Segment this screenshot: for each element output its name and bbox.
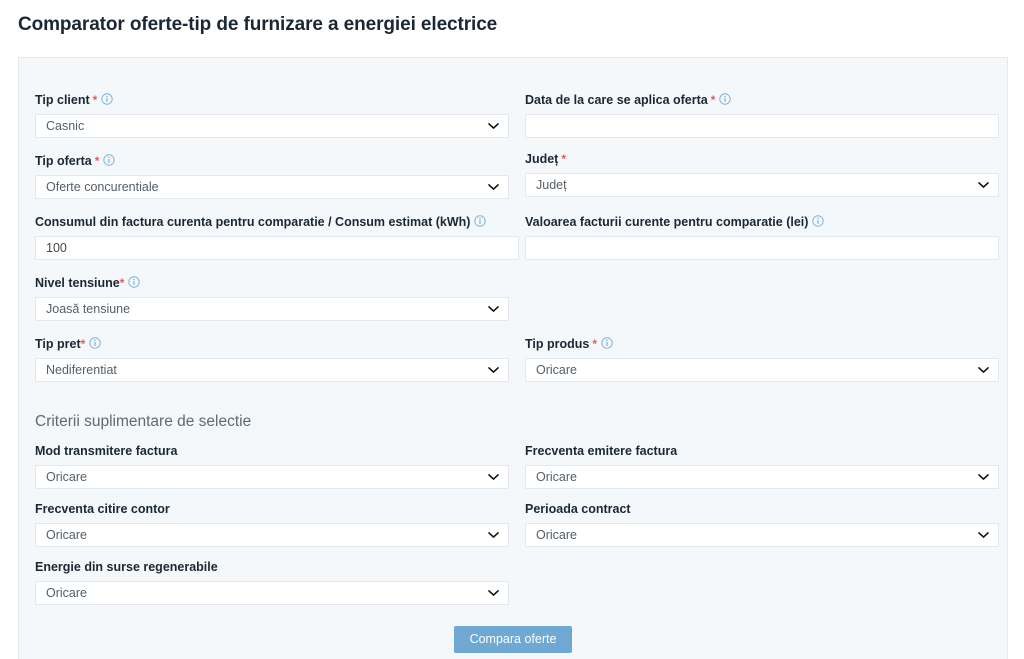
field-consum: Consumul din factura curenta pentru comp… <box>35 214 519 260</box>
submit-row: Compara oferte <box>19 626 1007 653</box>
label-nivel-tensiune: Nivel tensiune* <box>35 275 509 291</box>
select-perioada-contract[interactable]: Oricare <box>525 523 999 547</box>
field-judet: Județ * Județ <box>525 151 999 197</box>
select-tip-pret-value: Nediferentiat <box>46 363 117 377</box>
input-data-oferta[interactable] <box>525 114 999 138</box>
chevron-down-icon <box>488 532 499 539</box>
select-judet-value: Județ <box>536 178 567 192</box>
info-circle-icon[interactable] <box>601 337 613 349</box>
chevron-down-icon <box>488 367 499 374</box>
info-circle-icon[interactable] <box>474 215 487 227</box>
select-frecventa-emitere-value: Oricare <box>536 470 577 484</box>
label-mod-transmitere: Mod transmitere factura <box>35 444 178 458</box>
select-nivel-tensiune-value: Joasă tensiune <box>46 302 131 316</box>
required-asterisk: * <box>92 93 98 107</box>
select-frecventa-citire-value: Oricare <box>46 528 87 542</box>
field-nivel-tensiune: Nivel tensiune* Joasă tensiune <box>35 275 509 321</box>
info-circle-icon[interactable] <box>101 93 114 105</box>
chevron-down-icon <box>488 306 499 313</box>
chevron-down-icon <box>488 590 499 597</box>
select-frecventa-citire[interactable]: Oricare <box>35 523 509 547</box>
input-consum-value: 100 <box>46 241 67 255</box>
field-energie-regenerabila: Energie din surse regenerabile Oricare <box>35 559 509 605</box>
chevron-down-icon <box>978 474 989 481</box>
comparator-form-card: Tip client * Casnic Tip oferta * Oferte co… <box>18 57 1008 659</box>
select-judet[interactable]: Județ <box>525 173 999 197</box>
select-nivel-tensiune[interactable]: Joasă tensiune <box>35 297 509 321</box>
select-tip-pret[interactable]: Nediferentiat <box>35 358 509 382</box>
info-circle-icon[interactable] <box>103 154 116 166</box>
chevron-down-icon <box>978 367 989 374</box>
section-title-criterii: Criterii suplimentare de selectie <box>35 413 252 430</box>
info-circle-icon[interactable] <box>812 215 825 227</box>
chevron-down-icon <box>978 182 989 189</box>
select-perioada-contract-value: Oricare <box>536 528 577 542</box>
select-tip-client-value: Casnic <box>46 119 85 133</box>
input-valoare-factura[interactable] <box>525 236 999 260</box>
required-asterisk: * <box>710 93 716 107</box>
select-mod-transmitere-value: Oricare <box>46 470 87 484</box>
label-tip-produs: Tip produs * <box>525 336 999 352</box>
page-root: Comparator oferte-tip de furnizare a ene… <box>0 0 1024 659</box>
info-circle-icon[interactable] <box>89 337 101 349</box>
label-valoare-factura: Valoarea facturii curente pentru compara… <box>525 214 999 230</box>
chevron-down-icon <box>488 184 499 191</box>
chevron-down-icon <box>978 532 989 539</box>
info-circle-icon[interactable] <box>128 276 141 288</box>
chevron-down-icon <box>488 123 499 130</box>
select-mod-transmitere[interactable]: Oricare <box>35 465 509 489</box>
required-asterisk: * <box>561 152 567 166</box>
label-tip-client: Tip client * <box>35 92 509 108</box>
select-tip-oferta[interactable]: Oferte concurentiale <box>35 175 509 199</box>
select-tip-client[interactable]: Casnic <box>35 114 509 138</box>
label-judet: Județ * <box>525 152 567 166</box>
required-asterisk: * <box>119 276 125 290</box>
select-energie-regenerabila[interactable]: Oricare <box>35 581 509 605</box>
select-frecventa-emitere[interactable]: Oricare <box>525 465 999 489</box>
label-consum: Consumul din factura curenta pentru comp… <box>35 214 509 230</box>
label-frecventa-citire: Frecventa citire contor <box>35 502 170 516</box>
field-tip-oferta: Tip oferta * Oferte concurentiale <box>35 153 509 199</box>
field-tip-produs: Tip produs * Oricare <box>525 336 999 382</box>
select-tip-produs-value: Oricare <box>536 363 577 377</box>
label-tip-oferta: Tip oferta * <box>35 153 509 169</box>
field-frecventa-emitere: Frecventa emitere factura Oricare <box>525 443 999 489</box>
required-asterisk: * <box>94 154 100 168</box>
field-data-oferta: Data de la care se aplica oferta * <box>525 92 999 138</box>
required-asterisk: * <box>80 337 86 351</box>
info-circle-icon[interactable] <box>719 93 732 105</box>
field-valoare-factura: Valoarea facturii curente pentru compara… <box>525 214 999 260</box>
label-energie-regenerabila: Energie din surse regenerabile <box>35 560 218 574</box>
input-consum[interactable]: 100 <box>35 236 519 260</box>
label-tip-pret: Tip pret* <box>35 336 509 352</box>
label-frecventa-emitere: Frecventa emitere factura <box>525 444 678 458</box>
field-tip-pret: Tip pret* Nediferentiat <box>35 336 509 382</box>
field-perioada-contract: Perioada contract Oricare <box>525 501 999 547</box>
select-energie-regenerabila-value: Oricare <box>46 586 87 600</box>
select-tip-produs[interactable]: Oricare <box>525 358 999 382</box>
label-perioada-contract: Perioada contract <box>525 502 631 516</box>
field-frecventa-citire: Frecventa citire contor Oricare <box>35 501 509 547</box>
field-mod-transmitere: Mod transmitere factura Oricare <box>35 443 509 489</box>
compare-offers-button[interactable]: Compara oferte <box>453 626 573 653</box>
select-tip-oferta-value: Oferte concurentiale <box>46 180 159 194</box>
required-asterisk: * <box>592 337 598 351</box>
field-tip-client: Tip client * Casnic <box>35 92 509 138</box>
label-data-oferta: Data de la care se aplica oferta * <box>525 92 999 108</box>
chevron-down-icon <box>488 474 499 481</box>
page-title: Comparator oferte-tip de furnizare a ene… <box>18 14 498 35</box>
